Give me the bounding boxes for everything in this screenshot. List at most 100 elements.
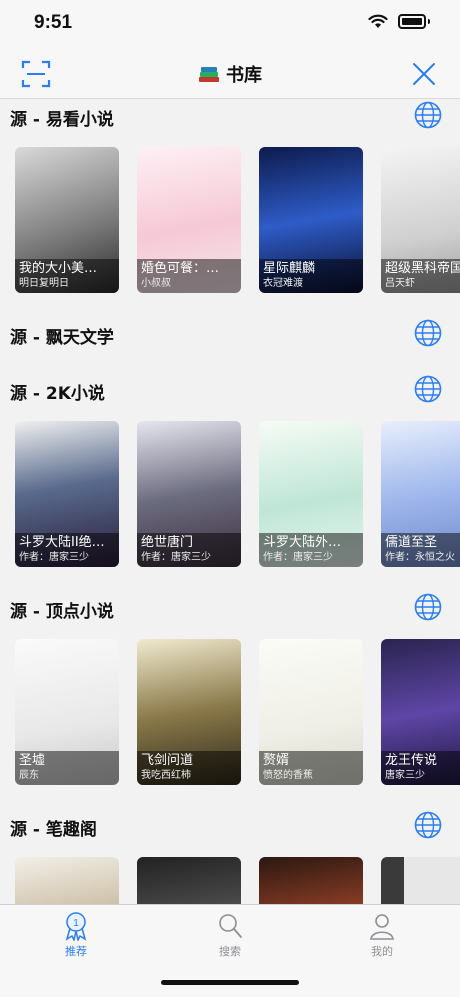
book-info: 赘婿 愤怒的香蕉 bbox=[259, 751, 363, 785]
book-author: 我吃西红柿 bbox=[141, 770, 191, 781]
globe-icon[interactable] bbox=[414, 811, 442, 839]
battery-tip bbox=[428, 19, 430, 24]
book-info: 绝世唐门作者：唐家三少 bbox=[137, 533, 241, 567]
book-author: 愤怒的香蕉 bbox=[263, 770, 313, 781]
book-info: 超级黑科帝国 吕天虾 bbox=[381, 259, 460, 293]
book-card[interactable]: 圣墟 辰东 bbox=[15, 639, 119, 785]
book-card[interactable]: 儒道至圣作者：永恒之火 bbox=[381, 421, 460, 567]
book-author: 作者：唐家三少 bbox=[141, 552, 211, 563]
book-info: 我的大小美… 明日复明日 bbox=[15, 259, 119, 293]
book-info: 婚色可餐：… 小叔叔 bbox=[137, 259, 241, 293]
book-source-section: 源 - 飘天文学 bbox=[0, 317, 460, 373]
book-card[interactable] bbox=[381, 857, 460, 904]
book-card[interactable]: 我的大小美… 明日复明日 bbox=[15, 147, 119, 293]
book-author: 吕天虾 bbox=[385, 278, 415, 289]
book-title: 绝世唐门 bbox=[141, 535, 194, 550]
globe-icon[interactable] bbox=[414, 375, 442, 403]
book-row[interactable] bbox=[0, 857, 460, 904]
badge-icon: 1 bbox=[65, 912, 87, 941]
book-source-section: 源 - 笔趣阁 bbox=[0, 809, 460, 904]
books-icon bbox=[199, 67, 219, 82]
section-title: 源 - 顶点小说 bbox=[10, 602, 114, 622]
book-source-section: 源 - 易看小说 我的大小美… 明日复明日 婚色可餐：… 小叔叔 星际麒麟 衣冠难渡 超级黑科… bbox=[0, 99, 460, 317]
book-card[interactable]: 飞剑问道 我吃西红柿 bbox=[137, 639, 241, 785]
status-time: 9:51 bbox=[34, 12, 73, 33]
tab-recommend[interactable]: 1 推荐 bbox=[36, 911, 116, 959]
book-author: 作者：唐家三少 bbox=[19, 552, 89, 563]
book-row[interactable]: 圣墟 辰东 飞剑问道 我吃西红柿 赘婿 愤怒的香蕉 龙王传说 唐家三少 bbox=[0, 639, 460, 809]
book-card[interactable]: 斗罗大陆II绝… 作者：唐家三少 bbox=[15, 421, 119, 567]
book-title: 飞剑问道 bbox=[141, 753, 194, 768]
book-row[interactable]: 我的大小美… 明日复明日 婚色可餐：… 小叔叔 星际麒麟 衣冠难渡 超级黑科帝国 吕天虾 bbox=[0, 147, 460, 317]
person-icon bbox=[370, 914, 394, 940]
book-card[interactable]: 星际麒麟 衣冠难渡 bbox=[259, 147, 363, 293]
globe-icon[interactable] bbox=[414, 101, 442, 129]
book-info: 斗罗大陆II绝… 作者：唐家三少 bbox=[15, 533, 119, 567]
book-info: 飞剑问道 我吃西红柿 bbox=[137, 751, 241, 785]
book-title: 儒道至圣 bbox=[385, 535, 438, 550]
section-header: 源 - 飘天文学 bbox=[0, 317, 460, 357]
section-header: 源 - 笔趣阁 bbox=[0, 809, 460, 849]
book-title: 赘婿 bbox=[263, 753, 290, 768]
globe-icon[interactable] bbox=[414, 593, 442, 621]
page-title: 书库 bbox=[226, 65, 262, 86]
search-icon bbox=[219, 914, 242, 938]
nav-title: 书库 bbox=[0, 61, 460, 87]
section-header: 源 - 2K小说 bbox=[0, 373, 460, 413]
section-title: 源 - 飘天文学 bbox=[10, 328, 114, 348]
book-title: 圣墟 bbox=[19, 753, 46, 768]
book-title: 超级黑科帝国 bbox=[385, 261, 460, 276]
book-info: 星际麒麟 衣冠难渡 bbox=[259, 259, 363, 293]
tab-mine-label: 我的 bbox=[371, 945, 393, 958]
section-title: 源 - 笔趣阁 bbox=[10, 820, 97, 840]
status-icons bbox=[368, 14, 430, 29]
home-indicator bbox=[161, 980, 299, 985]
close-icon[interactable] bbox=[412, 62, 436, 86]
navigation-bar: 书库 bbox=[0, 50, 460, 99]
tab-search-label: 搜索 bbox=[219, 945, 241, 958]
wifi-icon bbox=[368, 14, 388, 28]
book-card[interactable] bbox=[259, 857, 363, 904]
section-title: 源 - 易看小说 bbox=[10, 110, 114, 130]
book-author: 小叔叔 bbox=[141, 278, 171, 289]
status-bar: 9:51 bbox=[0, 0, 460, 50]
book-info: 圣墟 辰东 bbox=[15, 751, 119, 785]
book-title: 斗罗大陆II绝… bbox=[19, 535, 105, 550]
book-card[interactable]: 绝世唐门作者：唐家三少 bbox=[137, 421, 241, 567]
book-title: 我的大小美… bbox=[19, 261, 98, 276]
book-info: 斗罗大陆外… 作者：唐家三少 bbox=[259, 533, 363, 567]
book-card[interactable]: 斗罗大陆外… 作者：唐家三少 bbox=[259, 421, 363, 567]
book-card[interactable]: 超级黑科帝国 吕天虾 bbox=[381, 147, 460, 293]
tab-recommend-label: 推荐 bbox=[65, 945, 87, 958]
book-author: 明日复明日 bbox=[19, 278, 69, 289]
book-card[interactable]: 赘婿 愤怒的香蕉 bbox=[259, 639, 363, 785]
book-title: 星际麒麟 bbox=[263, 261, 316, 276]
book-author: 唐家三少 bbox=[385, 770, 425, 781]
book-source-section: 源 - 2K小说 斗罗大陆II绝… 作者：唐家三少 绝世唐门 作者：唐家三少 斗罗大陆外…… bbox=[0, 373, 460, 591]
book-author: 作者：唐家三少 bbox=[263, 552, 333, 563]
book-card[interactable]: 龙王传说 唐家三少 bbox=[381, 639, 460, 785]
book-title: 婚色可餐：… bbox=[141, 261, 220, 276]
book-author: 辰东 bbox=[19, 770, 39, 781]
book-info: 儒道至圣作者：永恒之火 bbox=[381, 533, 460, 567]
book-source-section: 源 - 顶点小说 圣墟 辰东 飞剑问道 我吃西红柿 赘婿 愤怒的香蕉 龙王传说 唐家三少 bbox=[0, 591, 460, 809]
book-card[interactable] bbox=[15, 857, 119, 904]
book-info: 龙王传说 唐家三少 bbox=[381, 751, 460, 785]
battery-icon bbox=[398, 14, 426, 29]
svg-text:1: 1 bbox=[73, 918, 79, 929]
book-card[interactable]: 婚色可餐：… 小叔叔 bbox=[137, 147, 241, 293]
tab-search[interactable]: 搜索 bbox=[190, 911, 270, 959]
book-row[interactable]: 斗罗大陆II绝… 作者：唐家三少 绝世唐门 作者：唐家三少 斗罗大陆外… 作者：唐家三少儒… bbox=[0, 421, 460, 591]
book-title: 斗罗大陆外… bbox=[263, 535, 342, 550]
section-header: 源 - 顶点小说 bbox=[0, 591, 460, 631]
tab-mine[interactable]: 我的 bbox=[342, 911, 422, 959]
globe-icon[interactable] bbox=[414, 319, 442, 347]
library-content[interactable]: 源 - 易看小说 我的大小美… 明日复明日 婚色可餐：… 小叔叔 星际麒麟 衣冠难渡 超级黑科… bbox=[0, 99, 460, 904]
book-title: 龙王传说 bbox=[385, 753, 438, 768]
book-card[interactable] bbox=[137, 857, 241, 904]
book-author: 作者：永恒之火 bbox=[385, 552, 455, 563]
section-header: 源 - 易看小说 bbox=[0, 99, 460, 139]
book-author: 衣冠难渡 bbox=[263, 278, 303, 289]
section-title: 源 - 2K小说 bbox=[10, 384, 105, 404]
